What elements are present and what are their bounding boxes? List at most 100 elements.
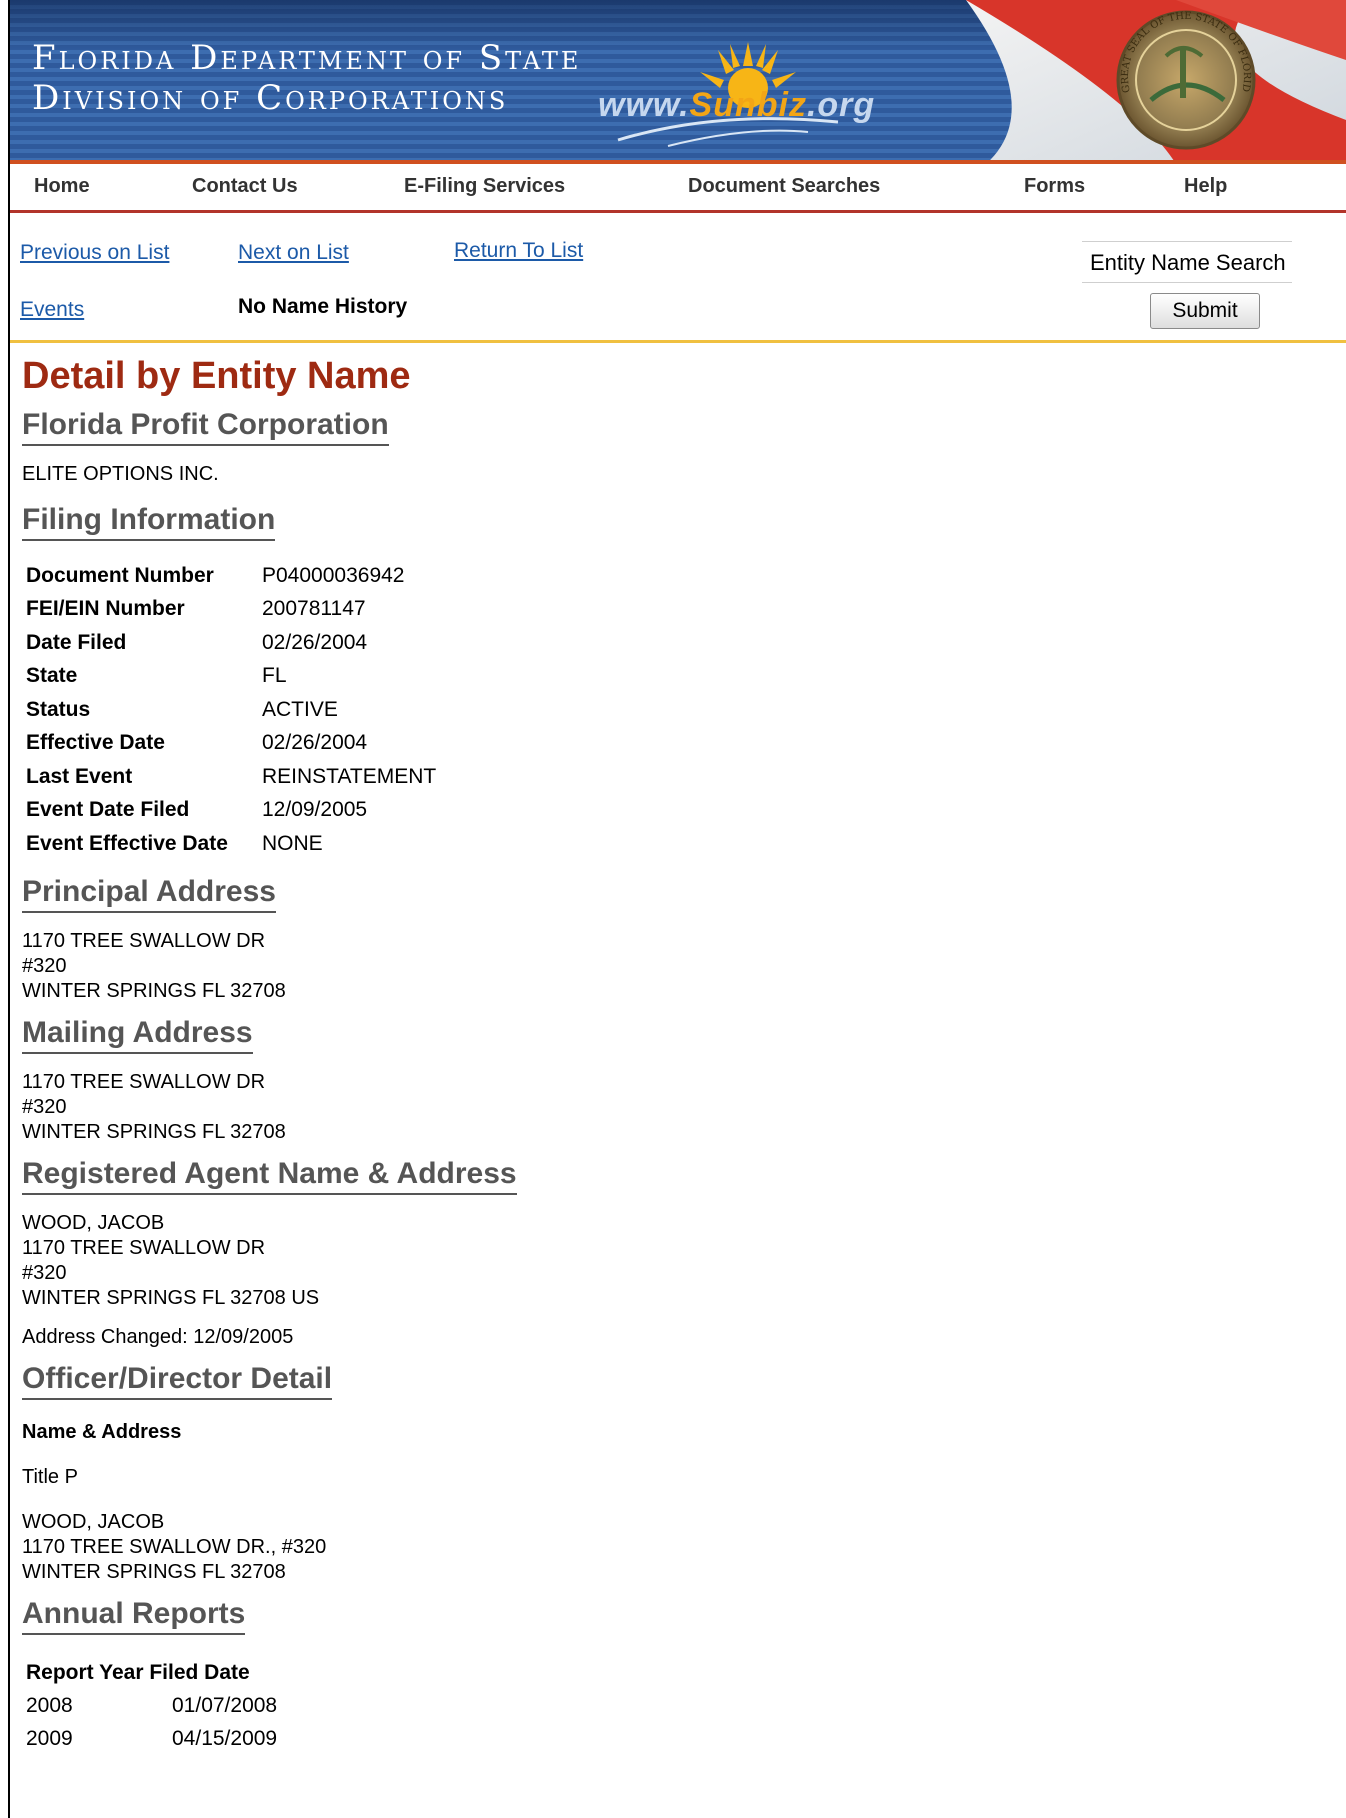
- sunbiz-brand: Sunbiz: [689, 86, 807, 124]
- nav-forms[interactable]: Forms: [1024, 175, 1085, 198]
- annual-reports-heading: Annual Reports: [22, 1597, 246, 1635]
- mailing-address: 1170 TREE SWALLOW DR #320 WINTER SPRINGS…: [22, 1070, 1346, 1145]
- events-link[interactable]: Events: [20, 298, 84, 322]
- principal-address: 1170 TREE SWALLOW DR #320 WINTER SPRINGS…: [22, 929, 1346, 1004]
- nav-document-searches[interactable]: Document Searches: [688, 175, 880, 198]
- page-title: Detail by Entity Name: [22, 355, 411, 397]
- filing-label: Last Event: [26, 764, 133, 788]
- filing-value: ACTIVE: [262, 697, 338, 721]
- address-line: #320: [22, 1095, 67, 1118]
- nav-contact-us[interactable]: Contact Us: [192, 175, 298, 198]
- entity-name: ELITE OPTIONS INC.: [22, 463, 219, 485]
- banner-title: Florida Department of State Division of …: [32, 38, 581, 118]
- report-year: 2008: [26, 1694, 73, 1717]
- column-header-report-year: Report Year: [26, 1661, 144, 1684]
- filed-date: 04/15/2009: [172, 1727, 278, 1750]
- mailing-address-heading: Mailing Address: [22, 1016, 253, 1054]
- sunbiz-logo[interactable]: www.Sunbiz.org: [598, 40, 878, 150]
- filing-label: FEI/EIN Number: [26, 597, 185, 621]
- submit-button[interactable]: Submit: [1150, 293, 1260, 329]
- filing-value: NONE: [262, 831, 323, 855]
- filing-row: Event Effective Date NONE: [26, 827, 1346, 861]
- filing-value: 02/26/2004: [262, 731, 368, 755]
- filing-row: Event Date Filed 12/09/2005: [26, 794, 1346, 828]
- address-line: WINTER SPRINGS FL 32708: [22, 979, 286, 1002]
- no-name-history-label: No Name History: [238, 295, 408, 318]
- registered-agent-address: WOOD, JACOB 1170 TREE SWALLOW DR #320 WI…: [22, 1211, 1346, 1311]
- filing-label: State: [26, 664, 78, 688]
- address-line: WINTER SPRINGS FL 32708: [22, 1120, 286, 1143]
- entity-name-search-label: Entity Name Search: [1082, 241, 1292, 283]
- entity-detail: Detail by Entity Name Florida Profit Cor…: [10, 355, 1346, 1756]
- filing-row: Effective Date 02/26/2004: [26, 727, 1346, 761]
- address-line: 1170 TREE SWALLOW DR: [22, 929, 266, 952]
- filing-label: Document Number: [26, 563, 214, 587]
- filing-row: Date Filed 02/26/2004: [26, 626, 1346, 660]
- nav-help[interactable]: Help: [1184, 175, 1227, 198]
- nav-home[interactable]: Home: [34, 175, 90, 198]
- record-nav: Previous on List Next on List Return To …: [10, 213, 1346, 343]
- previous-on-list-link[interactable]: Previous on List: [20, 241, 169, 265]
- filing-information-section: Filing Information Document Number P0400…: [22, 503, 1346, 861]
- address-line: 1170 TREE SWALLOW DR: [22, 1070, 266, 1093]
- annual-reports-section: Annual Reports Report Year Filed Date 20…: [22, 1597, 1346, 1756]
- filed-date: 01/07/2008: [172, 1694, 278, 1717]
- filing-label: Effective Date: [26, 731, 165, 755]
- officer-name: WOOD, JACOB: [22, 1510, 165, 1533]
- filing-value: FL: [262, 664, 287, 688]
- table-header-row: Report Year Filed Date: [26, 1657, 1346, 1690]
- address-changed: Address Changed: 12/09/2005: [22, 1325, 294, 1348]
- table-row: 2008 01/07/2008: [26, 1690, 1346, 1723]
- corporation-type-heading: Florida Profit Corporation: [22, 408, 389, 446]
- address-line: #320: [22, 1261, 67, 1284]
- banner-title-line2: Division of Corporations: [32, 78, 509, 118]
- filing-table: Document Number P04000036942 FEI/EIN Num…: [26, 559, 1346, 861]
- filing-value: P04000036942: [262, 563, 405, 587]
- next-on-list-link[interactable]: Next on List: [238, 241, 349, 265]
- corporation-type-section: Florida Profit Corporation ELITE OPTIONS…: [22, 408, 1346, 487]
- address-line: #320: [22, 954, 67, 977]
- main-nav: Home Contact Us E-Filing Services Docume…: [10, 164, 1346, 213]
- sunbiz-prefix: www.: [598, 86, 690, 124]
- column-header-filed-date: Filed Date: [149, 1661, 250, 1684]
- filing-label: Date Filed: [26, 630, 127, 654]
- table-row: 2009 04/15/2009: [26, 1723, 1346, 1756]
- name-address-subheading: Name & Address: [22, 1420, 182, 1443]
- mailing-address-section: Mailing Address 1170 TREE SWALLOW DR #32…: [22, 1016, 1346, 1145]
- officer-director-section: Officer/Director Detail Name & Address T…: [22, 1362, 1346, 1585]
- florida-flag-graphic: GREAT SEAL OF THE STATE OF FLORIDA: [921, 0, 1346, 164]
- address-line: 1170 TREE SWALLOW DR., #320: [22, 1535, 327, 1558]
- report-year: 2009: [26, 1727, 73, 1750]
- officer-title: Title P: [22, 1465, 78, 1488]
- filing-row: Last Event REINSTATEMENT: [26, 760, 1346, 794]
- registered-agent-section: Registered Agent Name & Address WOOD, JA…: [22, 1157, 1346, 1350]
- agent-name: WOOD, JACOB: [22, 1211, 165, 1234]
- filing-value: REINSTATEMENT: [262, 764, 437, 788]
- banner-title-line1: Florida Department of State: [32, 38, 582, 78]
- filing-information-heading: Filing Information: [22, 503, 276, 541]
- filing-row: FEI/EIN Number 200781147: [26, 593, 1346, 627]
- filing-row: Document Number P04000036942: [26, 559, 1346, 593]
- annual-reports-table: Report Year Filed Date 2008 01/07/2008 2…: [22, 1657, 1346, 1756]
- address-line: 1170 TREE SWALLOW DR: [22, 1236, 266, 1259]
- return-to-list-link[interactable]: Return To List: [454, 239, 583, 263]
- principal-address-section: Principal Address 1170 TREE SWALLOW DR #…: [22, 875, 1346, 1004]
- filing-value: 12/09/2005: [262, 798, 368, 822]
- filing-row: State FL: [26, 660, 1346, 694]
- officer-address: WOOD, JACOB 1170 TREE SWALLOW DR., #320 …: [22, 1510, 1346, 1585]
- site-banner: Florida Department of State Division of …: [10, 0, 1346, 164]
- filing-value: 02/26/2004: [262, 630, 368, 654]
- officer-director-heading: Officer/Director Detail: [22, 1362, 333, 1400]
- address-line: WINTER SPRINGS FL 32708 US: [22, 1286, 320, 1309]
- filing-label: Event Effective Date: [26, 831, 228, 855]
- registered-agent-heading: Registered Agent Name & Address: [22, 1157, 517, 1195]
- nav-e-filing-services[interactable]: E-Filing Services: [404, 175, 565, 198]
- filing-label: Status: [26, 697, 91, 721]
- filing-row: Status ACTIVE: [26, 693, 1346, 727]
- filing-label: Event Date Filed: [26, 798, 190, 822]
- filing-value: 200781147: [262, 597, 366, 621]
- address-line: WINTER SPRINGS FL 32708: [22, 1560, 286, 1583]
- sunbiz-suffix: .org: [806, 86, 876, 124]
- principal-address-heading: Principal Address: [22, 875, 276, 913]
- page: Florida Department of State Division of …: [8, 0, 1346, 1818]
